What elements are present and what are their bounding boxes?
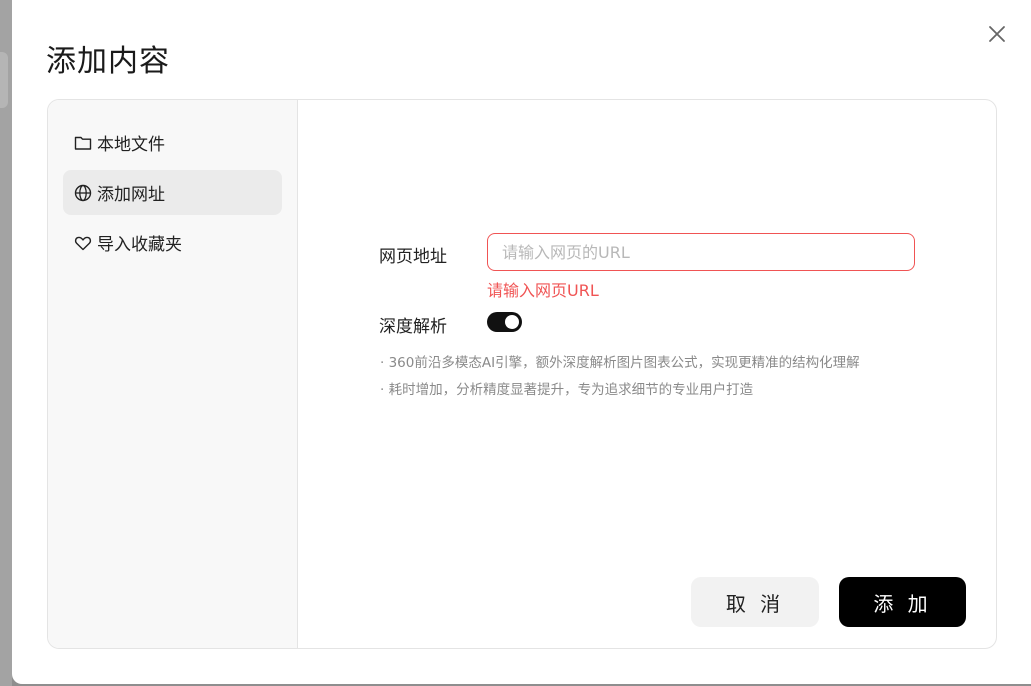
sidebar-item-local-files[interactable]: 本地文件 [63,120,282,165]
content-panel: 本地文件 添加网址 导入收藏夹 网页地址 请输入网页的URL 请输入网页URL … [47,99,997,649]
sidebar-item-label: 添加网址 [97,185,165,205]
sidebar-item-import-bookmarks[interactable]: 导入收藏夹 [63,220,282,265]
sidebar-item-add-url[interactable]: 添加网址 [63,170,282,215]
cancel-button[interactable]: 取 消 [691,577,819,627]
deep-parse-label: 深度解析 [379,317,447,337]
sidebar-item-label: 本地文件 [97,135,165,155]
add-content-dialog: 添加内容 本地文件 添加网址 导入收藏夹 网页地址 请输入网页的URL 请输入网… [12,0,1031,684]
url-error-message: 请输入网页URL [487,281,599,300]
url-input[interactable] [487,233,915,271]
close-icon[interactable] [985,22,1009,46]
deep-parse-toggle[interactable] [487,312,522,332]
globe-icon [74,184,92,202]
add-url-form: 网页地址 请输入网页URL 深度解析 · 360前沿多模态AI引擎，额外深度解析… [298,100,996,648]
sidebar-item-label: 导入收藏夹 [97,235,182,255]
dialog-title: 添加内容 [46,44,170,79]
deep-parse-description-1: · 360前沿多模态AI引擎，额外深度解析图片图表公式，实现更精准的结构化理解 [380,355,860,371]
add-button[interactable]: 添 加 [839,577,966,627]
deep-parse-description-2: · 耗时增加，分析精度显著提升，专为追求细节的专业用户打造 [380,382,754,398]
heart-icon [74,234,92,252]
toggle-knob [505,315,519,329]
folder-icon [74,134,92,152]
backdrop-card [0,52,8,108]
source-sidebar: 本地文件 添加网址 导入收藏夹 [48,100,298,648]
url-label: 网页地址 [379,247,447,267]
